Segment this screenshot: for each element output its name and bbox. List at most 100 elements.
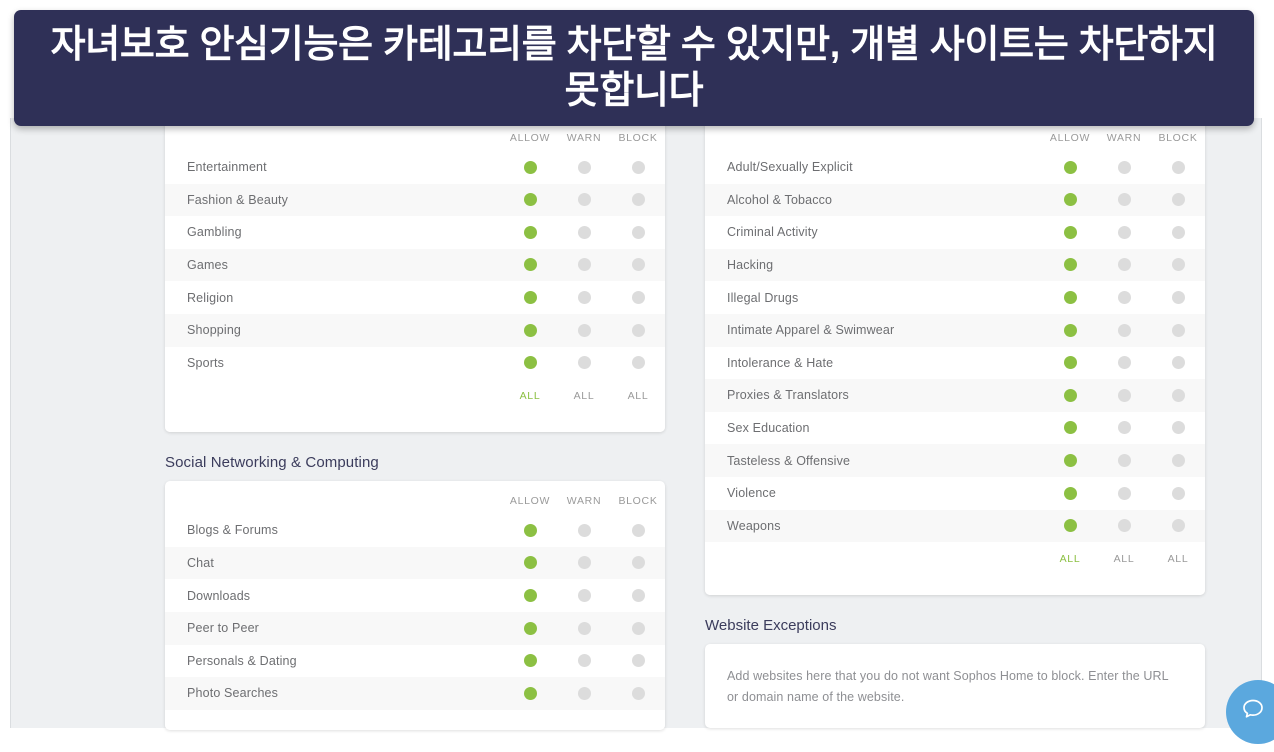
toggle-warn[interactable] [1097,183,1151,217]
select-all-warn[interactable]: ALL [1097,542,1151,576]
category-name-header [165,481,503,514]
toggle-block[interactable] [1151,477,1205,510]
toggle-warn[interactable] [1097,313,1151,347]
toggle-warn[interactable] [1097,509,1151,543]
toggle-block[interactable] [1151,412,1205,445]
toggle-allow[interactable] [503,579,557,612]
toggle-block[interactable] [1151,313,1205,347]
radio-unselected-icon [1171,160,1185,174]
toggle-warn[interactable] [557,248,611,282]
toggle-block[interactable] [611,514,665,547]
toggle-block[interactable] [1151,248,1205,282]
toggle-warn[interactable] [1097,216,1151,249]
select-all-allow[interactable]: ALL [1043,542,1097,576]
toggle-allow[interactable] [503,313,557,347]
toggle-block[interactable] [1151,151,1205,184]
toggle-warn[interactable] [1097,248,1151,282]
toggle-warn[interactable] [557,611,611,645]
toggle-block[interactable] [611,677,665,710]
radio-unselected-icon [631,258,645,272]
toggle-allow[interactable] [503,514,557,547]
radio-unselected-icon [577,686,591,700]
toggle-warn[interactable] [557,677,611,710]
toggle-allow[interactable] [503,216,557,249]
radio-unselected-icon [577,523,591,537]
toggle-allow[interactable] [1043,509,1097,543]
category-name: Adult/Sexually Explicit [727,160,853,175]
radio-unselected-icon [1117,388,1131,402]
toggle-block[interactable] [611,546,665,580]
toggle-block[interactable] [1151,379,1205,412]
website-exceptions-input[interactable]: Add websites here that you do not want S… [705,644,1205,729]
toggle-block[interactable] [1151,281,1205,314]
select-all-allow[interactable]: ALL [503,379,557,413]
toggle-warn[interactable] [557,281,611,314]
toggle-allow[interactable] [503,645,557,678]
toggle-warn[interactable] [1097,347,1151,380]
toggle-block[interactable] [1151,216,1205,249]
toggle-block[interactable] [1151,444,1205,477]
toggle-block[interactable] [1151,347,1205,380]
toggle-warn[interactable] [557,514,611,547]
select-all-block[interactable]: ALL [1151,542,1205,576]
toggle-block[interactable] [611,281,665,314]
toggle-warn[interactable] [557,347,611,380]
toggle-allow[interactable] [503,281,557,314]
toggle-warn[interactable] [557,216,611,249]
toggle-block[interactable] [1151,183,1205,217]
toggle-warn[interactable] [1097,477,1151,510]
toggle-warn[interactable] [557,645,611,678]
toggle-allow[interactable] [1043,412,1097,445]
toggle-allow[interactable] [503,546,557,580]
radio-selected-icon [523,588,537,602]
select-all-block[interactable]: ALL [611,379,665,413]
select-all-warn[interactable]: ALL [557,379,611,413]
toggle-block[interactable] [611,216,665,249]
toggle-warn[interactable] [1097,379,1151,412]
toggle-allow[interactable] [1043,379,1097,412]
toggle-block[interactable] [611,183,665,217]
toggle-allow[interactable] [503,151,557,184]
category-name: Sex Education [727,421,810,436]
toggle-allow[interactable] [1043,183,1097,217]
toggle-block[interactable] [611,151,665,184]
toggle-allow[interactable] [1043,347,1097,380]
toggle-warn[interactable] [1097,281,1151,314]
toggle-allow[interactable] [1043,313,1097,347]
toggle-allow[interactable] [1043,281,1097,314]
select-all-row: ALL ALL ALL [165,379,665,413]
toggle-allow[interactable] [1043,151,1097,184]
toggle-warn[interactable] [557,313,611,347]
toggle-allow[interactable] [503,611,557,645]
table-row: Violence [705,477,1205,510]
toggle-block[interactable] [1151,509,1205,543]
toggle-allow[interactable] [1043,477,1097,510]
toggle-warn[interactable] [1097,151,1151,184]
toggle-block[interactable] [611,579,665,612]
toggle-block[interactable] [611,313,665,347]
toggle-allow[interactable] [1043,248,1097,282]
table-row: Sex Education [705,412,1205,445]
toggle-allow[interactable] [1043,444,1097,477]
table-row: Intolerance & Hate [705,347,1205,380]
toggle-allow[interactable] [503,677,557,710]
toggle-warn[interactable] [557,151,611,184]
radio-unselected-icon [1171,290,1185,304]
radio-unselected-icon [577,323,591,337]
toggle-block[interactable] [611,611,665,645]
toggle-allow[interactable] [1043,216,1097,249]
toggle-allow[interactable] [503,183,557,217]
toggle-warn[interactable] [1097,444,1151,477]
category-name: Fashion & Beauty [165,183,503,217]
toggle-warn[interactable] [557,579,611,612]
radio-unselected-icon [577,588,591,602]
toggle-warn[interactable] [557,183,611,217]
toggle-warn[interactable] [1097,412,1151,445]
toggle-block[interactable] [611,645,665,678]
toggle-allow[interactable] [503,347,557,380]
category-name: Peer to Peer [165,611,503,645]
toggle-block[interactable] [611,347,665,380]
toggle-allow[interactable] [503,248,557,282]
toggle-block[interactable] [611,248,665,282]
toggle-warn[interactable] [557,546,611,580]
